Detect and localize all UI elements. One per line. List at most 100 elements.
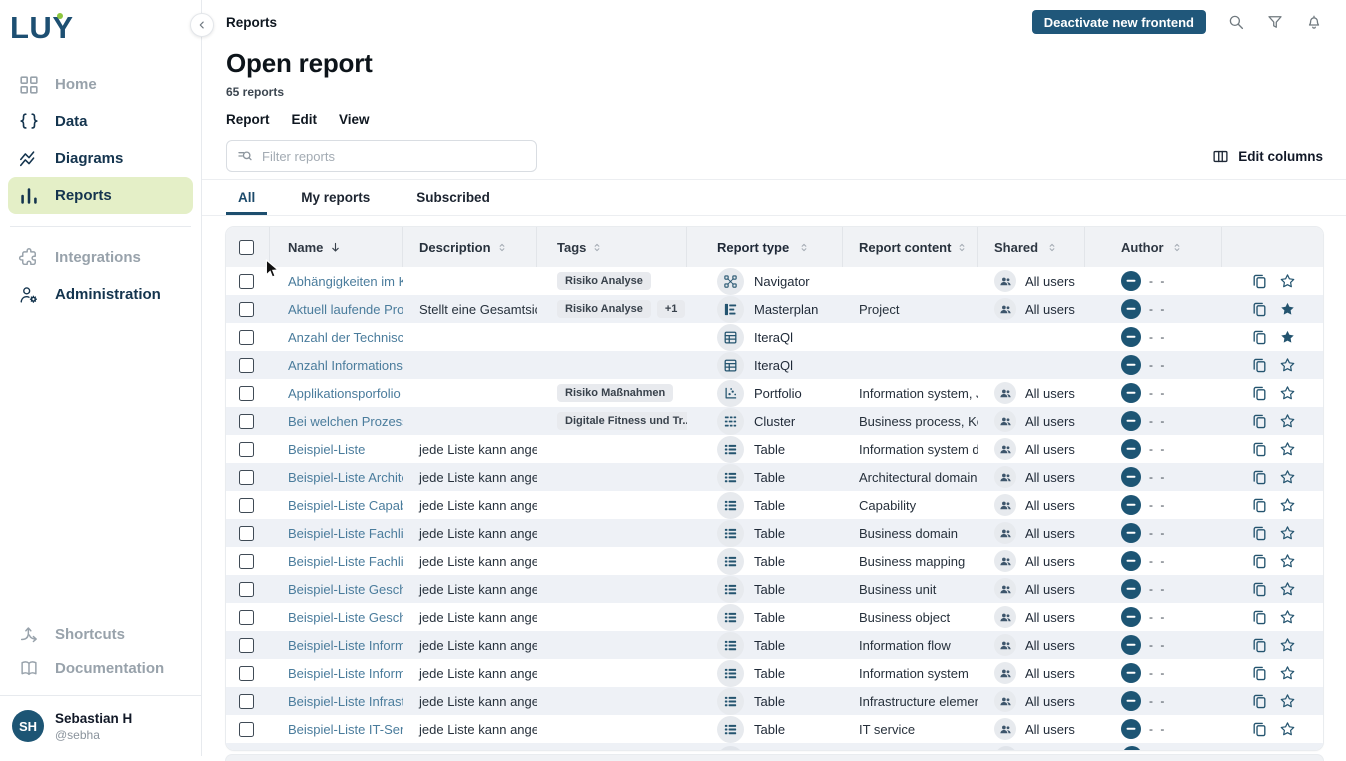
report-name-link[interactable]: Beispiel-Liste Geschäft... xyxy=(288,610,403,625)
row-checkbox[interactable] xyxy=(239,610,254,625)
copy-report-icon[interactable] xyxy=(1251,469,1268,486)
column-header-description[interactable]: Description xyxy=(403,227,537,267)
star-outline-icon[interactable] xyxy=(1279,356,1296,374)
luy-logo[interactable]: LUY xyxy=(0,0,201,46)
sidebar-item-reports[interactable]: Reports xyxy=(8,177,193,214)
edit-columns-button[interactable]: Edit columns xyxy=(1212,148,1323,165)
star-outline-icon[interactable] xyxy=(1279,580,1296,598)
star-outline-icon[interactable] xyxy=(1279,720,1296,738)
copy-report-icon[interactable] xyxy=(1251,441,1268,458)
star-outline-icon[interactable] xyxy=(1279,496,1296,514)
report-name-link[interactable]: Beispiel-Liste xyxy=(288,442,365,457)
breadcrumb[interactable]: Reports xyxy=(226,15,277,30)
star-outline-icon[interactable] xyxy=(1279,412,1296,430)
copy-report-icon[interactable] xyxy=(1251,385,1268,402)
row-checkbox[interactable] xyxy=(239,638,254,653)
table-row[interactable]: Beispiel-Liste Fachlich...jede Liste kan… xyxy=(226,547,1323,575)
sidebar-item-diagrams[interactable]: Diagrams xyxy=(8,140,193,177)
filter-reports-input[interactable] xyxy=(260,148,526,165)
row-checkbox[interactable] xyxy=(239,358,254,373)
sidebar-item-administration[interactable]: Administration xyxy=(8,276,193,313)
report-name-link[interactable]: Anzahl der Technische... xyxy=(288,330,403,345)
star-outline-icon[interactable] xyxy=(1279,692,1296,710)
row-checkbox[interactable] xyxy=(239,694,254,709)
sort-both-icon[interactable] xyxy=(592,241,602,254)
row-checkbox[interactable] xyxy=(239,666,254,681)
report-name-link[interactable]: Beispiel-Liste Informati... xyxy=(288,666,403,681)
notifications-icon[interactable] xyxy=(1305,13,1323,31)
row-checkbox[interactable] xyxy=(239,554,254,569)
star-outline-icon[interactable] xyxy=(1279,636,1296,654)
copy-report-icon[interactable] xyxy=(1251,357,1268,374)
column-header-report-content[interactable]: Report content xyxy=(843,227,978,267)
report-name-link[interactable]: Beispiel-Liste Capability xyxy=(288,498,403,513)
copy-report-icon[interactable] xyxy=(1251,665,1268,682)
copy-report-icon[interactable] xyxy=(1251,609,1268,626)
report-name-link[interactable]: Applikationsporfolio Ü... xyxy=(288,386,403,401)
copy-report-icon[interactable] xyxy=(1251,721,1268,738)
row-checkbox[interactable] xyxy=(239,302,254,317)
sidebar-collapse-button[interactable] xyxy=(190,13,214,37)
column-header-report-type[interactable]: Report type xyxy=(687,227,843,267)
row-checkbox[interactable] xyxy=(239,470,254,485)
table-row[interactable]: Abhängigkeiten im Kon...Risiko AnalyseNa… xyxy=(226,267,1323,295)
copy-report-icon[interactable] xyxy=(1251,581,1268,598)
row-checkbox[interactable] xyxy=(239,498,254,513)
report-name-link[interactable]: Beispiel-Liste Architekt... xyxy=(288,470,403,485)
menu-edit[interactable]: Edit xyxy=(292,112,318,128)
star-outline-icon[interactable] xyxy=(1279,552,1296,570)
row-checkbox[interactable] xyxy=(239,330,254,345)
table-row[interactable]: Anzahl Informationssy...IteraQl- - xyxy=(226,351,1323,379)
table-row[interactable]: Beispiel-Liste Informati...jede Liste ka… xyxy=(226,659,1323,687)
row-checkbox[interactable] xyxy=(239,442,254,457)
sidebar-item-documentation[interactable]: Documentation xyxy=(8,651,193,685)
menu-view[interactable]: View xyxy=(339,112,370,128)
report-name-link[interactable]: Beispiel-Liste IT-Servic... xyxy=(288,722,403,737)
sort-both-icon[interactable] xyxy=(799,241,809,254)
sort-both-icon[interactable] xyxy=(497,241,507,254)
copy-report-icon[interactable] xyxy=(1251,553,1268,570)
table-row[interactable]: Beispiel-Liste IT-Servic...jede Liste ka… xyxy=(226,715,1323,743)
report-name-link[interactable]: Beispiel-Liste Geschäft... xyxy=(288,582,403,597)
copy-report-icon[interactable] xyxy=(1251,301,1268,318)
table-row[interactable]: Beispiel-Liste Capabilityjede Liste kann… xyxy=(226,491,1323,519)
star-filled-icon[interactable] xyxy=(1279,300,1296,318)
table-row[interactable]: Beispiel-Listejede Liste kann angepa...T… xyxy=(226,435,1323,463)
copy-report-icon[interactable] xyxy=(1251,693,1268,710)
sidebar-item-integrations[interactable]: Integrations xyxy=(8,239,193,276)
star-filled-icon[interactable] xyxy=(1279,328,1296,346)
star-outline-icon[interactable] xyxy=(1279,440,1296,458)
table-row[interactable]: Beispiel-Liste Architekt...jede Liste ka… xyxy=(226,463,1323,491)
copy-report-icon[interactable] xyxy=(1251,637,1268,654)
tab-subscribed[interactable]: Subscribed xyxy=(404,180,502,215)
row-checkbox[interactable] xyxy=(239,414,254,429)
star-outline-icon[interactable] xyxy=(1279,524,1296,542)
report-name-link[interactable]: Beispiel-Liste Fachlich... xyxy=(288,526,403,541)
star-outline-icon[interactable] xyxy=(1279,608,1296,626)
copy-report-icon[interactable] xyxy=(1251,525,1268,542)
row-checkbox[interactable] xyxy=(239,722,254,737)
copy-report-icon[interactable] xyxy=(1251,497,1268,514)
menu-report[interactable]: Report xyxy=(226,112,270,128)
copy-report-icon[interactable] xyxy=(1251,329,1268,346)
row-checkbox[interactable] xyxy=(239,582,254,597)
sidebar-item-shortcuts[interactable]: Shortcuts xyxy=(8,617,193,651)
table-row[interactable]: Aktuell laufende Projek...Stellt eine Ge… xyxy=(226,295,1323,323)
copy-report-icon[interactable] xyxy=(1251,273,1268,290)
table-row[interactable]: Beispiel-Liste Geschäft...jede Liste kan… xyxy=(226,575,1323,603)
copy-report-icon[interactable] xyxy=(1251,413,1268,430)
report-name-link[interactable]: Abhängigkeiten im Kon... xyxy=(288,274,403,289)
row-checkbox[interactable] xyxy=(239,526,254,541)
user-profile[interactable]: SH Sebastian H @sebha xyxy=(0,706,201,746)
table-row[interactable]: Beispiel-Liste Geschäft...jede Liste kan… xyxy=(226,603,1323,631)
sort-both-icon[interactable] xyxy=(1047,241,1057,254)
row-checkbox[interactable] xyxy=(239,274,254,289)
sort-both-icon[interactable] xyxy=(957,241,967,254)
select-all-checkbox[interactable] xyxy=(239,240,254,255)
row-checkbox[interactable] xyxy=(239,386,254,401)
report-name-link[interactable]: Aktuell laufende Projek... xyxy=(288,302,403,317)
table-row[interactable]: Anzahl der Technische...IteraQl- - xyxy=(226,323,1323,351)
search-icon[interactable] xyxy=(1227,13,1245,31)
deactivate-new-frontend-button[interactable]: Deactivate new frontend xyxy=(1032,10,1206,34)
column-header-tags[interactable]: Tags xyxy=(537,227,687,267)
